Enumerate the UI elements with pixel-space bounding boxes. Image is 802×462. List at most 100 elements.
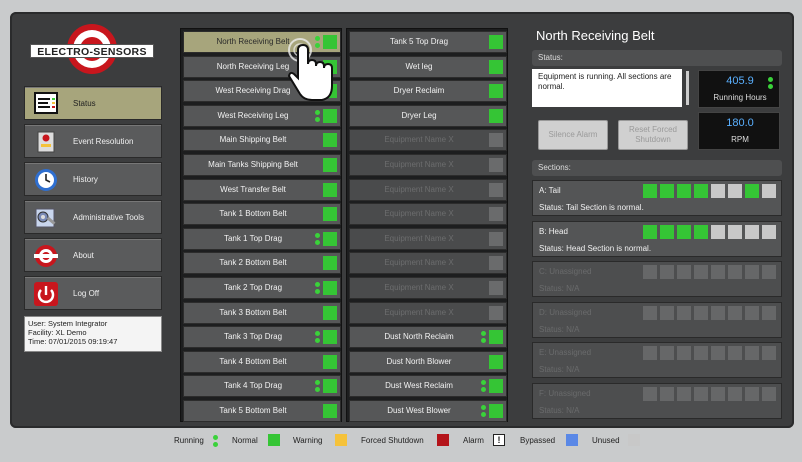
- equipment-label: Tank 2 Top Drag: [223, 283, 283, 292]
- nav-event-resolution-button[interactable]: Event Resolution: [24, 124, 162, 158]
- equipment-button-main-shipping-belt[interactable]: Main Shipping Belt: [183, 129, 341, 152]
- equipment-button-wet-leg[interactable]: Wet leg: [349, 55, 507, 78]
- rpm-label: RPM: [731, 135, 749, 144]
- section-block-unused: [745, 224, 759, 239]
- section-status: Status: N/A: [539, 284, 580, 293]
- company-logo-icon: [33, 243, 59, 269]
- status-indicator: [489, 379, 503, 394]
- equipment-button-equipment-name-x: Equipment Name X: [349, 203, 507, 226]
- equipment-label: Dust West Blower: [387, 406, 451, 415]
- status-message: Equipment is running. All sections are n…: [538, 72, 672, 91]
- status-indicator: [323, 108, 337, 123]
- status-indicator: [323, 354, 337, 369]
- nav-label: History: [73, 175, 98, 184]
- legend-normal-swatch: [268, 434, 280, 446]
- status-indicator: [323, 256, 337, 271]
- equipment-button-dust-west-blower[interactable]: Dust West Blower: [349, 400, 507, 422]
- equipment-button-tank-5-top-drag[interactable]: Tank 5 Top Drag: [349, 31, 507, 53]
- status-indicator: [489, 330, 503, 345]
- equipment-button-west-transfer-belt[interactable]: West Transfer Belt: [183, 178, 341, 201]
- equipment-label: Tank 1 Bottom Belt: [219, 209, 287, 219]
- status-indicator: [323, 158, 337, 172]
- section-block-unused: [728, 224, 742, 239]
- running-hours-readout: 405.9 Running Hours: [698, 70, 780, 108]
- running-indicator-icon: [315, 109, 320, 122]
- nav-log-off-button[interactable]: Log Off: [24, 276, 162, 310]
- silence-alarm-button[interactable]: Silence Alarm: [538, 120, 608, 150]
- section-block-off: [762, 386, 776, 401]
- equipment-button-dust-north-blower[interactable]: Dust North Blower: [349, 350, 507, 373]
- nav-history-button[interactable]: History: [24, 162, 162, 196]
- equipment-label: West Receiving Leg: [217, 110, 289, 120]
- equipment-label: Main Tanks Shipping Belt: [208, 160, 298, 169]
- section-block-off: [762, 346, 776, 360]
- equipment-label: Tank 4 Top Drag: [223, 381, 283, 391]
- nav-status-button[interactable]: Status: [24, 86, 162, 120]
- section-status: Status: N/A: [539, 324, 580, 334]
- section-block-off: [711, 346, 725, 360]
- status-indicator: [323, 404, 337, 418]
- equipment-label: Wet leg: [405, 61, 433, 71]
- nav-label: About: [73, 251, 94, 260]
- section-name: C: Unassigned: [539, 267, 592, 276]
- equipment-button-equipment-name-x: Equipment Name X: [349, 154, 507, 176]
- reset-forced-shutdown-button[interactable]: Reset Forced Shutdown: [618, 120, 688, 150]
- clock-icon: [33, 167, 59, 193]
- section-block-off: [728, 305, 742, 320]
- rpm-readout: 180.0 RPM: [698, 112, 780, 150]
- legend-normal-label: Normal: [232, 436, 258, 445]
- equipment-button-tank-3-bottom-belt[interactable]: Tank 3 Bottom Belt: [183, 301, 341, 324]
- status-indicator: [323, 330, 337, 345]
- equipment-button-tank-5-bottom-belt[interactable]: Tank 5 Bottom Belt: [183, 400, 341, 422]
- nav-label: Log Off: [73, 289, 100, 298]
- section-block-unused: [762, 184, 776, 198]
- nav-label: Status: [73, 99, 96, 108]
- equipment-label: West Transfer Belt: [220, 184, 286, 194]
- equipment-button-tank-1-top-drag[interactable]: Tank 1 Top Drag: [183, 227, 341, 250]
- equipment-button-tank-4-bottom-belt[interactable]: Tank 4 Bottom Belt: [183, 350, 341, 373]
- section-block-normal: [677, 184, 691, 198]
- section-block-off: [728, 265, 742, 279]
- equipment-button-dryer-reclaim[interactable]: Dryer Reclaim: [349, 80, 507, 103]
- running-indicator-icon: [315, 331, 320, 344]
- equipment-button-tank-2-top-drag[interactable]: Tank 2 Top Drag: [183, 277, 341, 299]
- event-alarm-icon: [33, 129, 59, 155]
- section-a-tail[interactable]: A: Tail Status: Tail Section is normal.: [532, 180, 782, 216]
- power-icon: [33, 281, 59, 307]
- equipment-button-main-tanks-shipping-belt[interactable]: Main Tanks Shipping Belt: [183, 154, 341, 176]
- nav-about-button[interactable]: About: [24, 238, 162, 272]
- legend-forced-shutdown-label: Forced Shutdown: [361, 436, 424, 445]
- equipment-label: Equipment Name X: [384, 135, 454, 145]
- section-block-off: [762, 265, 776, 279]
- status-scrollbar[interactable]: [686, 71, 689, 105]
- equipment-button-tank-1-bottom-belt[interactable]: Tank 1 Bottom Belt: [183, 203, 341, 226]
- status-indicator: [323, 231, 337, 246]
- status-indicator: [489, 108, 503, 123]
- equipment-button-dust-north-reclaim[interactable]: Dust North Reclaim: [349, 326, 507, 349]
- tools-icon: [33, 205, 59, 231]
- section-block-normal: [660, 224, 674, 239]
- detail-title: North Receiving Belt: [536, 28, 655, 43]
- equipment-button-tank-4-top-drag[interactable]: Tank 4 Top Drag: [183, 375, 341, 398]
- equipment-button-dust-west-reclaim[interactable]: Dust West Reclaim: [349, 375, 507, 398]
- company-logo: ELECTRO-SENSORS: [30, 22, 154, 76]
- section-b-head[interactable]: B: Head Status: Head Section is normal.: [532, 220, 782, 257]
- rpm-value: 180.0: [726, 117, 754, 129]
- touch-pointer-hand-icon: [287, 38, 333, 101]
- equipment-button-tank-3-top-drag[interactable]: Tank 3 Top Drag: [183, 326, 341, 349]
- equipment-button-tank-2-bottom-belt[interactable]: Tank 2 Bottom Belt: [183, 252, 341, 275]
- status-indicator: [489, 354, 503, 369]
- section-block-off: [745, 305, 759, 320]
- section-block-unused: [711, 184, 725, 198]
- section-block-off: [660, 386, 674, 401]
- status-indicator: [489, 256, 503, 271]
- equipment-button-dryer-leg[interactable]: Dryer Leg: [349, 104, 507, 127]
- section-status: Status: Head Section is normal.: [539, 243, 652, 253]
- equipment-button-west-receiving-leg[interactable]: West Receiving Leg: [183, 104, 341, 127]
- section-block-normal: [745, 184, 759, 198]
- equipment-label: Equipment Name X: [384, 258, 454, 268]
- nav-administrative-tools-button[interactable]: Administrative Tools: [24, 200, 162, 234]
- section-blocks: [643, 265, 779, 279]
- status-indicator: [489, 84, 503, 99]
- section-block-normal: [643, 224, 657, 239]
